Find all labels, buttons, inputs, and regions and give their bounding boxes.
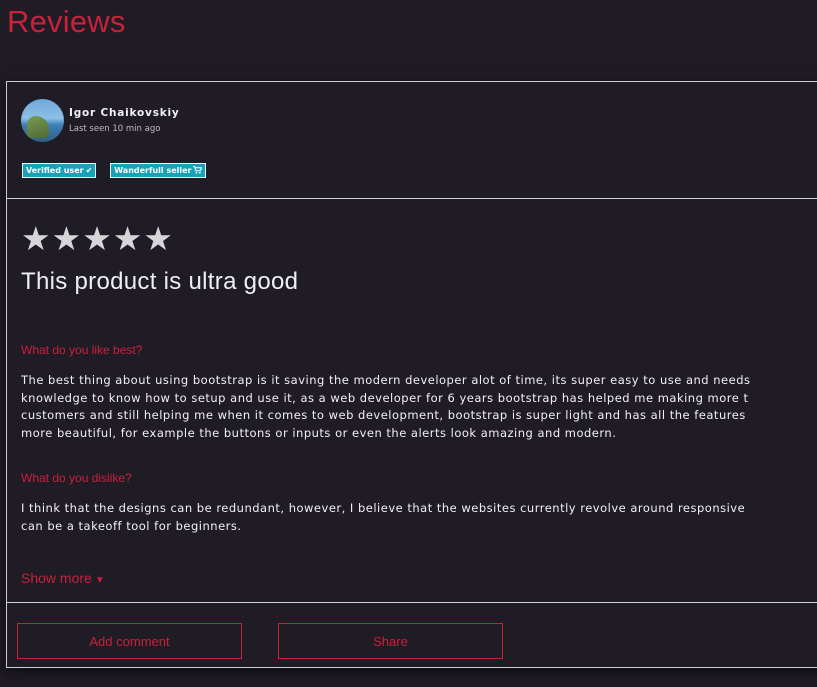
answer-line: customers and still helping me when it c…: [21, 408, 746, 422]
caret-down-icon: ▼: [94, 575, 105, 586]
badge-label: Wanderfull seller: [114, 166, 192, 175]
badge-group: Verified user ✔ Wanderfull seller: [22, 163, 207, 178]
page-title: Reviews: [7, 4, 126, 39]
answer-line: I think that the designs can be redundan…: [21, 501, 746, 515]
seller-badge: Wanderfull seller: [110, 163, 207, 178]
share-button[interactable]: Share: [278, 623, 503, 659]
avatar[interactable]: [21, 99, 64, 142]
divider: [7, 602, 817, 603]
answer-line: can be a takeoff tool for beginners.: [21, 518, 242, 533]
review-title: This product is ultra good: [21, 268, 299, 295]
question-dislike-label: What do you dislike?: [21, 471, 132, 485]
show-more-label: Show more: [21, 570, 92, 586]
verified-user-badge: Verified user ✔: [22, 163, 97, 178]
star-icon: ★: [112, 219, 143, 258]
answer-line: The best thing about using bootstrap is …: [21, 373, 751, 387]
answer-like: The best thing about using bootstrap is …: [21, 372, 817, 442]
star-icon: ★: [143, 219, 173, 258]
answer-dislike: I think that the designs can be redundan…: [21, 500, 817, 535]
badge-label: Verified user: [26, 166, 84, 175]
show-more-link[interactable]: Show more ▼: [21, 570, 105, 586]
star-icon: ★: [21, 219, 51, 258]
star-rating: ★ ★ ★ ★ ★: [21, 220, 173, 258]
user-name[interactable]: Igor Chaikovskiy: [69, 107, 180, 119]
last-seen-status: Last seen 10 min ago: [69, 124, 161, 134]
cart-icon: [193, 165, 203, 176]
star-icon: ★: [51, 219, 82, 258]
add-comment-button[interactable]: Add comment: [17, 623, 242, 659]
question-like-label: What do you like best?: [21, 343, 143, 357]
star-icon: ★: [82, 219, 112, 258]
check-icon: ✔: [85, 166, 93, 175]
answer-line: more beautiful, for example the buttons …: [21, 425, 617, 440]
answer-line: knowledge to know how to setup and use i…: [21, 390, 749, 405]
review-card: Igor Chaikovskiy Last seen 10 min ago Ve…: [6, 81, 817, 668]
divider: [7, 198, 817, 199]
